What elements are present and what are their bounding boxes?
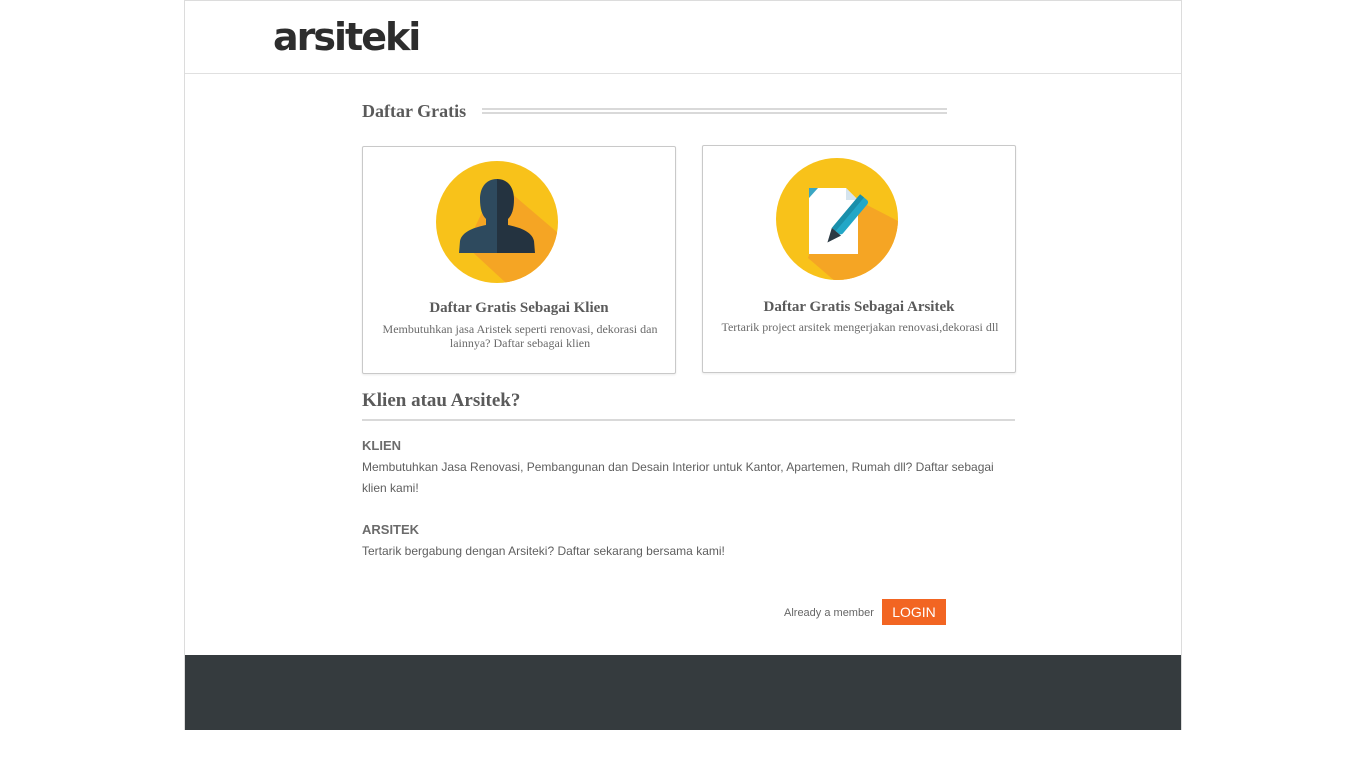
arsiteki-logo[interactable]: arsiteki — [273, 15, 421, 59]
register-title: Daftar Gratis — [362, 101, 467, 121]
title-divider — [482, 108, 947, 114]
page-container: arsiteki Daftar Gratis Daftar Gratis Seb… — [184, 0, 1182, 730]
info-divider — [362, 419, 1015, 421]
info-title: Klien atau Arsitek? — [362, 390, 521, 411]
klien-card-desc: Membutuhkan jasa Aristek seperti renovas… — [382, 322, 658, 350]
already-member-text: Already a member — [784, 607, 874, 619]
arsitek-card-desc: Tertarik project arsitek mengerjakan ren… — [721, 320, 999, 334]
site-footer — [185, 655, 1181, 730]
arsitek-description: Tertarik bergabung dengan Arsiteki? Daft… — [362, 544, 725, 558]
klien-description: Membutuhkan Jasa Renovasi, Pembangunan d… — [362, 460, 994, 495]
klien-heading: KLIEN — [362, 438, 401, 453]
logo-text: arsiteki — [273, 15, 421, 59]
arsitek-card-title: Daftar Gratis Sebagai Arsitek — [763, 299, 955, 315]
document-pen-icon — [776, 158, 898, 280]
site-header: arsiteki — [185, 1, 1181, 74]
user-silhouette-icon — [436, 161, 558, 283]
login-button[interactable]: LOGIN — [882, 599, 946, 625]
klien-card-title: Daftar Gratis Sebagai Klien — [429, 300, 609, 316]
register-arsitek-card[interactable]: Daftar Gratis Sebagai Arsitek Tertarik p… — [702, 145, 1016, 373]
arsitek-heading: ARSITEK — [362, 522, 420, 537]
register-klien-card[interactable]: Daftar Gratis Sebagai Klien Membutuhkan … — [362, 146, 676, 374]
